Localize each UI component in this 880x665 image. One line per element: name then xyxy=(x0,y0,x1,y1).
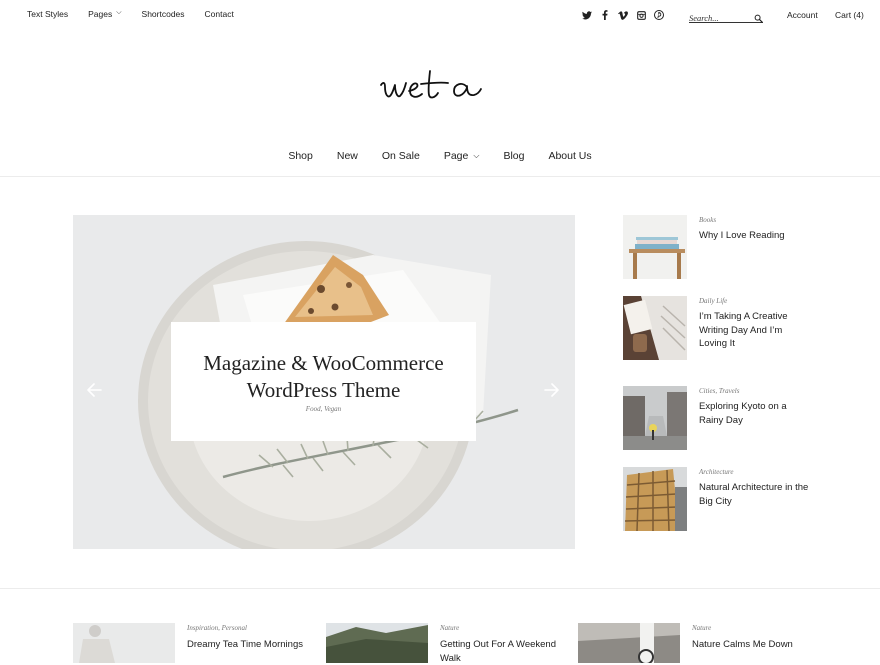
twitter-icon[interactable] xyxy=(578,8,596,22)
top-nav: Text Styles Pages ⌵ Shortcodes Contact xyxy=(27,9,254,19)
post-category[interactable]: Daily Life xyxy=(699,297,727,305)
post-category[interactable]: Nature xyxy=(440,624,459,632)
main-nav-label: About Us xyxy=(548,150,592,162)
main-nav-label: Blog xyxy=(503,150,525,162)
search-icon[interactable] xyxy=(754,10,763,28)
top-nav-text-styles[interactable]: Text Styles xyxy=(27,9,68,19)
top-nav-shortcodes[interactable]: Shortcodes xyxy=(142,9,185,19)
slide-caption-card[interactable]: Magazine & WooCommerce WordPress Theme F… xyxy=(171,322,476,441)
post-thumbnail[interactable] xyxy=(623,296,687,360)
post-thumbnail[interactable] xyxy=(623,386,687,450)
bottom-post[interactable]: Nature Getting Out For A Weekend Walk xyxy=(326,623,566,664)
main-nav-label: On Sale xyxy=(381,150,420,162)
header-divider xyxy=(0,176,880,177)
post-category[interactable]: Cities, Travels xyxy=(699,387,739,395)
main-nav-about-us[interactable]: About Us xyxy=(548,150,591,162)
post-category[interactable]: Books xyxy=(699,216,716,224)
site-logo[interactable] xyxy=(378,58,504,108)
top-nav-pages[interactable]: Pages ⌵ xyxy=(88,9,121,19)
post-title[interactable]: Getting Out For A Weekend Walk xyxy=(440,638,565,665)
instagram-icon[interactable] xyxy=(632,8,650,22)
main-nav-label: Page xyxy=(443,150,469,162)
post-title[interactable]: Nature Calms Me Down xyxy=(692,638,817,652)
main-nav-on-sale[interactable]: On Sale xyxy=(382,150,420,162)
chevron-down-icon: ⌵ xyxy=(473,151,480,160)
slide-title-line: WordPress Theme xyxy=(246,378,401,402)
slider-next-arrow-icon[interactable] xyxy=(542,380,562,400)
top-bar: Text Styles Pages⌵ Shortcodes Contact Ac… xyxy=(0,0,880,30)
post-title[interactable]: Dreamy Tea Time Mornings xyxy=(187,638,312,652)
account-link[interactable]: Account xyxy=(787,10,818,20)
post-thumbnail[interactable] xyxy=(578,623,680,663)
main-nav-shop[interactable]: Shop xyxy=(288,150,313,162)
social-links xyxy=(578,8,668,22)
post-title[interactable]: Natural Architecture in the Big City xyxy=(699,481,809,508)
slide-title-line: Magazine & WooCommerce xyxy=(203,351,444,375)
main-nav-label: Shop xyxy=(288,150,313,162)
vimeo-icon[interactable] xyxy=(614,8,632,22)
post-title[interactable]: Exploring Kyoto on a Rainy Day xyxy=(699,400,809,427)
search-input[interactable] xyxy=(689,11,749,25)
main-nav-label: New xyxy=(336,150,358,162)
search-box xyxy=(689,8,763,25)
post-title[interactable]: I’m Taking A Creative Writing Day And I’… xyxy=(699,310,809,351)
post-thumbnail[interactable] xyxy=(623,467,687,531)
pinterest-icon[interactable] xyxy=(650,8,668,22)
main-nav-page[interactable]: Page ⌵ xyxy=(444,150,480,162)
chevron-down-icon: ⌵ xyxy=(116,9,122,16)
post-category[interactable]: Inspiration, Personal xyxy=(187,624,247,632)
main-nav: Shop New On Sale Page ⌵ Blog About Us xyxy=(0,150,880,162)
top-nav-contact[interactable]: Contact xyxy=(205,9,234,19)
section-divider xyxy=(0,588,880,589)
slide-title[interactable]: Magazine & WooCommerce WordPress Theme xyxy=(191,350,456,404)
cart-link[interactable]: Cart (4) xyxy=(835,10,864,20)
top-nav-label: Pages xyxy=(88,9,113,19)
facebook-icon[interactable] xyxy=(596,8,614,22)
post-thumbnail[interactable] xyxy=(623,215,687,279)
top-nav-label: Text Styles xyxy=(27,9,69,19)
bottom-post[interactable]: Nature Nature Calms Me Down xyxy=(578,623,818,663)
bottom-post[interactable]: Inspiration, Personal Dreamy Tea Time Mo… xyxy=(73,623,313,663)
slider-prev-arrow-icon[interactable] xyxy=(84,380,104,400)
top-nav-label: Contact xyxy=(204,9,234,19)
top-nav-label: Shortcodes xyxy=(141,9,185,19)
post-category[interactable]: Nature xyxy=(692,624,711,632)
slide-categories[interactable]: Food, Vegan xyxy=(171,405,476,413)
post-title[interactable]: Why I Love Reading xyxy=(699,229,809,243)
post-thumbnail[interactable] xyxy=(73,623,175,663)
main-nav-blog[interactable]: Blog xyxy=(503,150,524,162)
main-nav-new[interactable]: New xyxy=(337,150,358,162)
post-thumbnail[interactable] xyxy=(326,623,428,663)
post-category[interactable]: Architecture xyxy=(699,468,733,476)
